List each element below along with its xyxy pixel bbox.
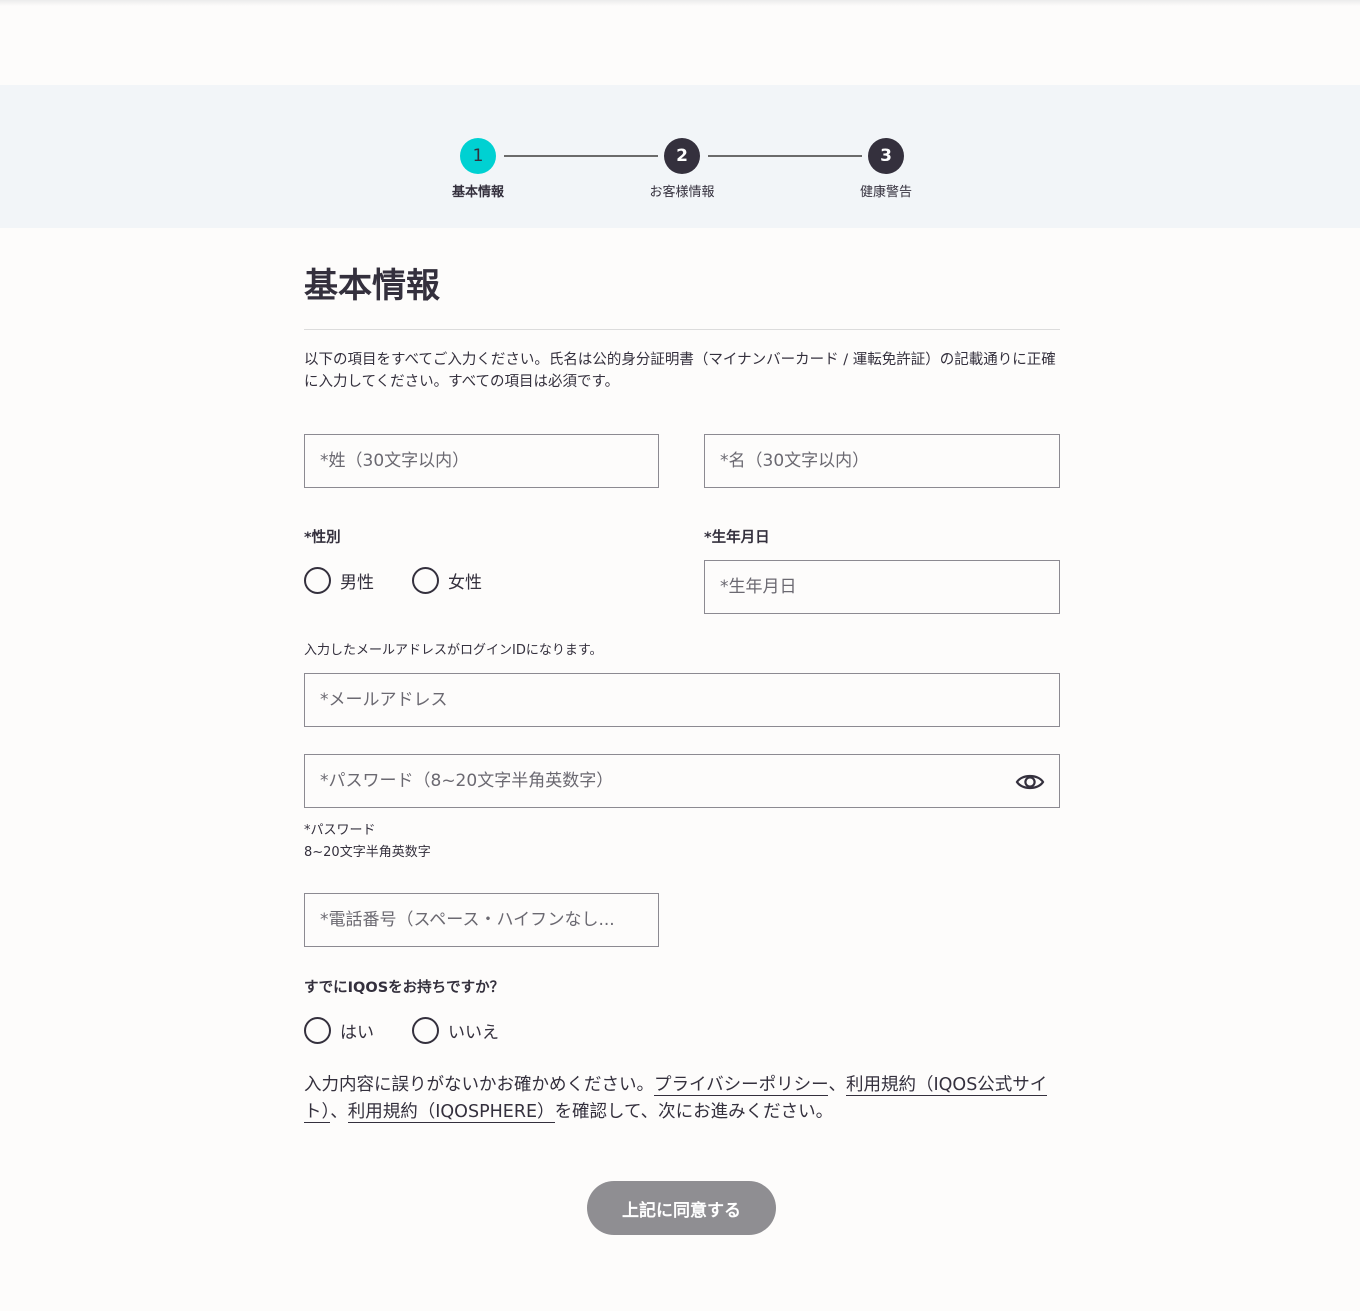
- intro-text: 以下の項目をすべてご入力ください。氏名は公的身分証明書（マイナンバーカード / …: [304, 352, 1056, 390]
- iqos-option-label: はい: [340, 1023, 374, 1043]
- step-connector: [708, 155, 862, 157]
- step-3-indicator: 3: [868, 138, 904, 174]
- show-password-eye-icon[interactable]: [1015, 769, 1045, 795]
- page-title: 基本情報: [304, 266, 440, 306]
- gender-label: *性別: [304, 530, 341, 546]
- iqos-option-label: いいえ: [448, 1023, 499, 1043]
- radio-button-icon[interactable]: [304, 567, 331, 594]
- password-field: [304, 754, 1060, 808]
- birthdate-field: [704, 560, 1060, 614]
- radio-button-icon[interactable]: [412, 1017, 439, 1044]
- privacy-policy-link[interactable]: プライバシーポリシー: [654, 1075, 829, 1096]
- email-field: [304, 673, 1060, 727]
- title-divider: [304, 329, 1060, 330]
- radio-button-icon[interactable]: [412, 567, 439, 594]
- step-2-label: お客様情報: [649, 185, 715, 200]
- step-connector: [504, 155, 658, 157]
- header-shadow: [0, 0, 1360, 6]
- birthdate-label: *生年月日: [704, 530, 770, 546]
- terms-iqosphere-link[interactable]: 利用規約（IQOSPHERE）: [347, 1102, 555, 1123]
- step-3-label: 健康警告: [859, 185, 912, 200]
- step-1-label: 基本情報: [451, 185, 504, 200]
- step-2-indicator: 2: [664, 138, 700, 174]
- email-input[interactable]: [305, 674, 1059, 726]
- password-input[interactable]: [305, 755, 1059, 807]
- password-hint-title: *パスワード: [304, 823, 376, 838]
- gender-option-label: 男性: [340, 573, 374, 593]
- first-name-field: [704, 434, 1060, 488]
- last-name-input[interactable]: [305, 435, 658, 487]
- gender-option-male[interactable]: 男性: [304, 567, 374, 594]
- gender-option-label: 女性: [448, 573, 482, 593]
- phone-field: [304, 893, 659, 947]
- consent-prefix: 入力内容に誤りがないかお確かめください。: [304, 1075, 654, 1095]
- iqos-option-no[interactable]: いいえ: [412, 1017, 499, 1044]
- phone-input[interactable]: [305, 894, 658, 946]
- iqos-ownership-label: すでにIQOSをお持ちですか？: [304, 980, 505, 996]
- iqos-option-yes[interactable]: はい: [304, 1017, 374, 1044]
- last-name-field: [304, 434, 659, 488]
- step-1-indicator: 1: [460, 138, 496, 174]
- first-name-input[interactable]: [705, 435, 1059, 487]
- email-note: 入力したメールアドレスがログインIDになります。: [304, 643, 603, 658]
- agree-button[interactable]: 上記に同意する: [587, 1181, 776, 1235]
- consent-separator: 、: [330, 1102, 348, 1122]
- radio-button-icon[interactable]: [304, 1017, 331, 1044]
- consent-text: 入力内容に誤りがないかお確かめください。プライバシーポリシー、利用規約（IQOS…: [304, 1072, 1060, 1126]
- consent-separator: 、: [828, 1075, 846, 1095]
- password-hint-rule: 8~20文字半角英数字: [304, 845, 431, 860]
- gender-option-female[interactable]: 女性: [412, 567, 482, 594]
- consent-suffix: を確認して、次にお進みください。: [554, 1102, 834, 1122]
- birthdate-input[interactable]: [705, 561, 1059, 613]
